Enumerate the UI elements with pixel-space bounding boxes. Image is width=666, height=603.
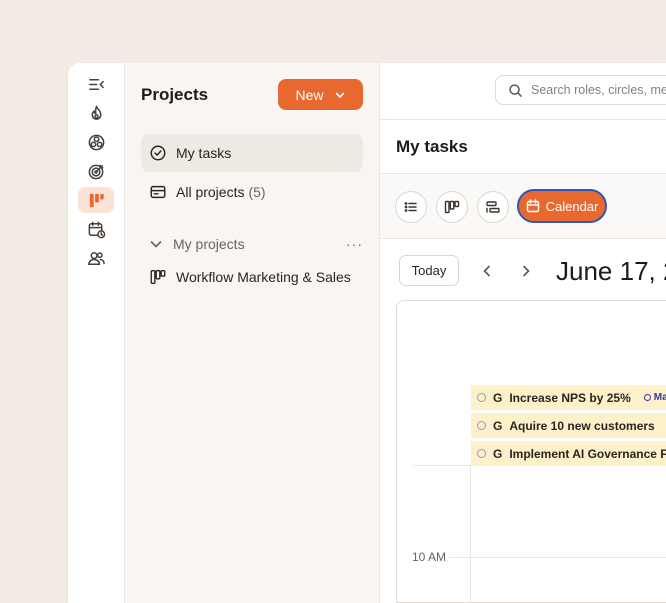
calendar-grid: 10 AM G Increase NPS by 25% Mar G Aquire… (396, 300, 666, 603)
rail-item-activity[interactable] (78, 100, 114, 126)
circle-icon (643, 394, 651, 401)
collapse-sidebar-button[interactable] (78, 71, 114, 97)
grid-line (470, 465, 471, 602)
circles-icon (88, 134, 104, 150)
people-icon (87, 251, 105, 265)
rail-item-meetings[interactable] (78, 216, 114, 242)
goal-prefix: G (493, 446, 503, 461)
status-circle-icon (477, 449, 486, 458)
search-icon (509, 83, 522, 97)
kanban-outline-icon (444, 200, 460, 214)
collapse-sidebar-icon (88, 78, 104, 90)
status-circle-icon (477, 421, 486, 430)
nav-item-label: My tasks (176, 145, 232, 161)
goal-title: Implement AI Governance F (509, 446, 666, 461)
board-view-button[interactable] (436, 191, 468, 223)
goal-title: Aquire 10 new customers (509, 418, 655, 433)
search-input[interactable]: Search roles, circles, mem (495, 75, 666, 105)
main-area: Search roles, circles, mem My tasks Cale… (380, 63, 666, 603)
project-item[interactable]: Workflow Marketing & Sales (141, 258, 363, 296)
timeline-icon (486, 201, 500, 213)
time-label: 10 AM (412, 550, 447, 564)
top-bar: Search roles, circles, mem (380, 63, 666, 120)
projects-panel: Projects New My tasks All projects (5) M… (125, 63, 380, 603)
list-icon (404, 202, 417, 212)
panel-title: Projects (141, 85, 209, 104)
status-circle-icon (477, 393, 486, 402)
goal-event[interactable]: G Aquire 10 new customers C (471, 413, 666, 438)
rail-item-goals[interactable] (78, 158, 114, 184)
more-options-icon[interactable]: ··· (346, 236, 363, 252)
timeline-view-button[interactable] (477, 191, 509, 223)
check-circle-icon (150, 145, 166, 161)
nav-item-all-projects[interactable]: All projects (5) (141, 173, 363, 211)
archive-box-icon (150, 185, 166, 199)
kanban-icon (89, 193, 104, 207)
flame-icon (90, 105, 102, 120)
chevron-right-icon[interactable] (517, 262, 535, 280)
my-projects-section[interactable]: My projects ··· (149, 233, 363, 255)
rail-item-people[interactable] (78, 245, 114, 271)
chevron-left-icon[interactable] (478, 262, 496, 280)
goal-title: Increase NPS by 25% (509, 390, 631, 405)
project-label: Workflow Marketing & Sales (176, 269, 351, 285)
nav-item-my-tasks[interactable]: My tasks (141, 134, 363, 172)
icon-rail (68, 63, 125, 603)
circle-tag: Mar (643, 392, 666, 403)
date-title: June 17, 2 (556, 256, 666, 286)
target-icon (88, 164, 103, 179)
page-title: My tasks (396, 137, 468, 156)
goal-event[interactable]: G Increase NPS by 25% Mar (471, 385, 666, 410)
search-placeholder: Search roles, circles, mem (531, 83, 666, 97)
new-button-label: New (295, 86, 324, 103)
list-view-button[interactable] (395, 191, 427, 223)
chevron-down-icon (150, 241, 162, 248)
app-window: Projects New My tasks All projects (5) M… (68, 63, 666, 603)
calendar-clock-icon (88, 221, 105, 238)
rail-item-circles[interactable] (78, 129, 114, 155)
goal-prefix: G (493, 390, 503, 405)
tag-label: Mar (653, 392, 666, 403)
goal-event[interactable]: G Implement AI Governance F (471, 441, 666, 466)
view-switcher: Calendar (380, 173, 666, 239)
section-label: My projects (173, 236, 245, 252)
goal-prefix: G (493, 418, 503, 433)
calendar-icon (526, 199, 539, 213)
calendar-view-button[interactable]: Calendar (517, 189, 607, 223)
grid-line (449, 557, 666, 558)
nav-item-label: All projects (176, 184, 245, 200)
kanban-outline-icon (150, 270, 166, 284)
calendar-label: Calendar (545, 198, 599, 214)
rail-item-projects[interactable] (78, 187, 114, 213)
project-count: (5) (248, 184, 266, 200)
today-button[interactable]: Today (399, 255, 459, 286)
chevron-down-icon (335, 92, 344, 98)
new-button[interactable]: New (278, 79, 363, 110)
